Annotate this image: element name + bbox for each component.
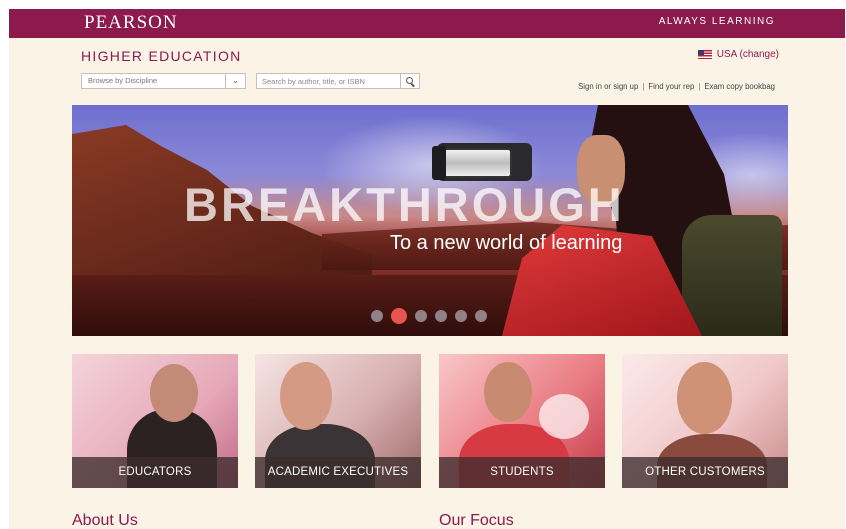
find-rep-link[interactable]: Find your rep (648, 82, 694, 91)
search-input[interactable] (257, 74, 402, 88)
executive-face (280, 362, 332, 430)
tile-other-customers[interactable]: OTHER CUSTOMERS (622, 354, 788, 488)
top-bar: PEARSON ALWAYS LEARNING (9, 9, 845, 38)
camera-lens-front (432, 146, 446, 180)
our-focus-heading[interactable]: Our Focus (439, 512, 514, 529)
country-label[interactable]: USA (change) (717, 49, 779, 60)
us-flag-icon (697, 50, 712, 59)
account-links: Sign in or sign up | Find your rep | Exa… (578, 82, 775, 91)
hero-banner[interactable]: BREAKTHROUGH To a new world of learning (72, 105, 788, 336)
carousel-dot[interactable] (475, 310, 487, 322)
tile-academic-executives[interactable]: ACADEMIC EXECUTIVES (255, 354, 421, 488)
tile-educators[interactable]: EDUCATORS (72, 354, 238, 488)
student-face (484, 362, 532, 422)
tile-students[interactable]: STUDENTS (439, 354, 605, 488)
search-icon (406, 77, 413, 84)
hero-subtitle: To a new world of learning (390, 232, 623, 254)
country-selector[interactable]: USA (change) (697, 49, 779, 60)
chevron-down-icon[interactable]: ⌄ (225, 74, 245, 88)
student-flask (539, 394, 589, 439)
hero-title: BREAKTHROUGH (184, 178, 625, 231)
carousel-dot[interactable] (415, 310, 427, 322)
educator-face (150, 364, 198, 422)
carousel-dot[interactable] (435, 310, 447, 322)
search-button[interactable] (400, 74, 419, 88)
carousel-dot[interactable] (371, 310, 383, 322)
audience-tiles: EDUCATORS ACADEMIC EXECUTIVES STUDENTS O… (72, 354, 788, 488)
hero-backpack (682, 215, 782, 336)
exam-bookbag-link[interactable]: Exam copy bookbag (704, 82, 775, 91)
pearson-logo[interactable]: PEARSON (84, 12, 178, 34)
camera-lens (437, 148, 512, 178)
link-separator: | (642, 82, 645, 91)
tile-label[interactable]: OTHER CUSTOMERS (622, 457, 788, 488)
link-separator: | (698, 82, 701, 91)
customer-face (677, 362, 732, 434)
about-us-heading[interactable]: About Us (72, 512, 138, 529)
page: PEARSON ALWAYS LEARNING HIGHER EDUCATION… (9, 9, 845, 529)
page-title: HIGHER EDUCATION (81, 48, 242, 64)
tile-label[interactable]: ACADEMIC EXECUTIVES (255, 457, 421, 488)
browse-discipline-value: Browse by Discipline (88, 76, 158, 85)
carousel-dots (371, 308, 487, 324)
tagline: ALWAYS LEARNING (658, 16, 775, 27)
tile-label[interactable]: EDUCATORS (72, 457, 238, 488)
carousel-dot[interactable] (455, 310, 467, 322)
search-box[interactable] (256, 73, 420, 89)
carousel-dot[interactable] (391, 308, 407, 324)
sign-in-link[interactable]: Sign in or sign up (578, 82, 638, 91)
browse-discipline-select[interactable]: Browse by Discipline ⌄ (81, 73, 246, 89)
tile-label[interactable]: STUDENTS (439, 457, 605, 488)
